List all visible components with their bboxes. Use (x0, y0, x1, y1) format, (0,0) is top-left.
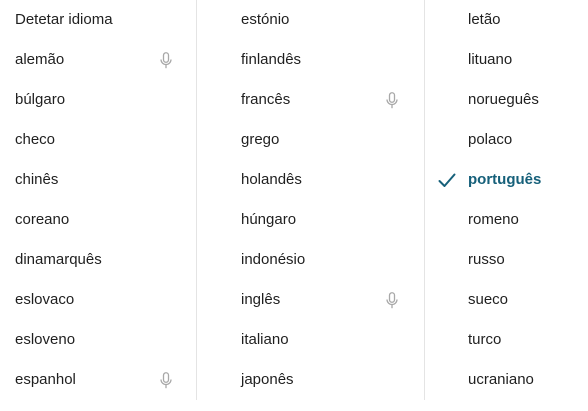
language-option-label: coreano (15, 211, 70, 228)
language-option-label: sueco (468, 291, 509, 308)
language-option-label: finlandês (241, 51, 302, 68)
language-option[interactable]: holandês (197, 160, 424, 200)
microphone-icon[interactable] (386, 292, 398, 309)
language-option-label: esloveno (15, 331, 76, 348)
language-option[interactable]: inglês (197, 280, 424, 320)
language-option-label: holandês (241, 171, 302, 188)
language-option[interactable]: ucraniano (425, 360, 586, 400)
language-option-label: russo (468, 251, 505, 268)
language-option[interactable]: japonês (197, 360, 424, 400)
language-option[interactable]: finlandês (197, 40, 424, 80)
language-option-label: alemão (15, 51, 65, 68)
language-option[interactable]: alemão (0, 40, 196, 80)
language-option-label: chinês (15, 171, 59, 188)
language-option-label: português (468, 171, 542, 188)
language-option-label: ucraniano (468, 371, 534, 388)
language-option[interactable]: italiano (197, 320, 424, 360)
language-option-label: checo (15, 131, 56, 148)
language-option-label: dinamarquês (15, 251, 102, 268)
language-option[interactable]: Detetar idioma (0, 0, 196, 40)
language-option-label: eslovaco (15, 291, 75, 308)
language-option-label: grego (241, 131, 280, 148)
language-option-label: espanhol (15, 371, 76, 388)
language-option[interactable]: indonésio (197, 240, 424, 280)
language-option[interactable]: esloveno (0, 320, 196, 360)
language-option[interactable]: sueco (425, 280, 586, 320)
language-option[interactable]: búlgaro (0, 80, 196, 120)
language-option-label: húngaro (241, 211, 297, 228)
language-option[interactable]: letão (425, 0, 586, 40)
microphone-icon[interactable] (160, 52, 172, 69)
language-option[interactable]: polaco (425, 120, 586, 160)
language-option[interactable]: estónio (197, 0, 424, 40)
language-option[interactable]: eslovaco (0, 280, 196, 320)
language-option-label: polaco (468, 131, 513, 148)
language-column-1: Detetar idioma alemão búlgaro checo chinês co… (0, 0, 197, 400)
language-option[interactable]: grego (197, 120, 424, 160)
language-option[interactable]: romeno (425, 200, 586, 240)
language-option-label: lituano (468, 51, 513, 68)
language-option[interactable]: norueguês (425, 80, 586, 120)
language-option-label: Detetar idioma (15, 11, 113, 28)
language-option[interactable]: russo (425, 240, 586, 280)
language-column-3: letão lituano norueguês polaco português rome… (425, 0, 586, 400)
language-option[interactable]: português (425, 160, 586, 200)
language-option[interactable]: dinamarquês (0, 240, 196, 280)
language-option[interactable]: checo (0, 120, 196, 160)
language-option-label: francês (241, 91, 291, 108)
language-option[interactable]: francês (197, 80, 424, 120)
language-option[interactable]: lituano (425, 40, 586, 80)
language-option-label: norueguês (468, 91, 539, 108)
language-option[interactable]: chinês (0, 160, 196, 200)
language-option-label: letão (468, 11, 501, 28)
language-option-label: japonês (241, 371, 294, 388)
language-list: Detetar idioma alemão búlgaro checo chinês co… (0, 0, 588, 400)
language-option-label: romeno (468, 211, 519, 228)
language-option[interactable]: coreano (0, 200, 196, 240)
microphone-icon[interactable] (386, 92, 398, 109)
language-option-label: turco (468, 331, 502, 348)
language-option-label: italiano (241, 331, 289, 348)
check-icon (438, 173, 456, 187)
language-option-label: estónio (241, 11, 290, 28)
microphone-icon[interactable] (160, 372, 172, 389)
language-option[interactable]: húngaro (197, 200, 424, 240)
language-column-2: estónio finlandês francês grego holandês húng… (197, 0, 425, 400)
language-option-label: inglês (241, 291, 281, 308)
language-option-label: indonésio (241, 251, 306, 268)
language-option[interactable]: espanhol (0, 360, 196, 400)
language-option-label: búlgaro (15, 91, 66, 108)
language-option[interactable]: turco (425, 320, 586, 360)
